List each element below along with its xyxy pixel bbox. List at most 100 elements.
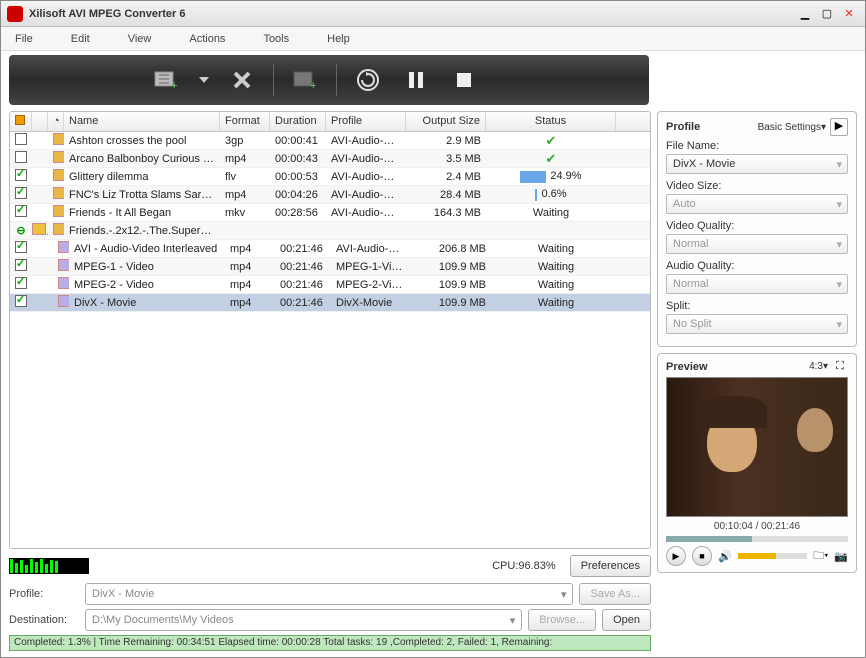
add-profile-button[interactable]: +	[288, 63, 322, 97]
videoquality-label: Video Quality:	[666, 220, 848, 232]
cell-name: Friends - It All Began	[64, 205, 220, 221]
cell-profile: AVI-Audio-Vi...	[326, 133, 406, 149]
cell-name: FNC's Liz Trotta Slams Sarah P...	[64, 187, 220, 203]
maximize-button[interactable]: ▢	[817, 6, 837, 22]
preview-video[interactable]	[666, 377, 848, 517]
app-icon	[7, 6, 23, 22]
table-row[interactable]: Arcano Balbonboy Curious Dr...mp400:00:4…	[10, 150, 650, 168]
close-button[interactable]: ✕	[839, 6, 859, 22]
table-row[interactable]: Glittery dilemmaflv00:00:53AVI-Audio-Vi.…	[10, 168, 650, 186]
cell-format: mkv	[220, 205, 270, 221]
menu-file[interactable]: File	[15, 33, 33, 45]
cell-name: MPEG-2 - Video	[69, 277, 225, 293]
table-row[interactable]: ⊖Friends.-.2x12.-.The.Superbo...	[10, 222, 650, 240]
play-button[interactable]: ▶	[666, 546, 686, 566]
file-icon	[53, 133, 64, 145]
cell-format: mp4	[225, 277, 275, 293]
minimize-button[interactable]: ▁	[795, 6, 815, 22]
destination-combo[interactable]: D:\My Documents\My Videos	[85, 609, 522, 631]
checkbox[interactable]	[15, 277, 27, 289]
volume-icon[interactable]: 🔊	[718, 550, 732, 563]
file-icon	[53, 205, 64, 217]
menu-edit[interactable]: Edit	[71, 33, 90, 45]
checkbox[interactable]	[15, 295, 27, 307]
menu-help[interactable]: Help	[327, 33, 350, 45]
cell-status: ✔	[486, 149, 616, 169]
col-check[interactable]	[10, 112, 32, 131]
checkbox[interactable]	[15, 259, 27, 271]
cell-duration: 00:00:43	[270, 151, 326, 167]
preview-seekbar[interactable]	[666, 536, 848, 542]
videosize-select[interactable]: Auto	[666, 194, 848, 214]
cell-format: mp4	[225, 295, 275, 311]
app-title: Xilisoft AVI MPEG Converter 6	[29, 8, 793, 20]
cell-size: 28.4 MB	[406, 187, 486, 203]
volume-slider[interactable]	[738, 553, 808, 559]
stop-preview-button[interactable]: ■	[692, 546, 712, 566]
stop-button[interactable]	[447, 63, 481, 97]
cell-size: 109.9 MB	[411, 295, 491, 311]
col-duration[interactable]: Duration	[270, 112, 326, 131]
checkbox[interactable]	[15, 169, 27, 181]
fullscreen-icon[interactable]: ⛶	[832, 360, 848, 373]
checkbox[interactable]	[15, 241, 27, 253]
table-row[interactable]: MPEG-2 - Videomp400:21:46MPEG-2-Video109…	[10, 276, 650, 294]
cell-name: Arcano Balbonboy Curious Dr...	[64, 151, 220, 167]
cell-size: 109.9 MB	[411, 277, 491, 293]
preview-panel: Preview 4:3▾ ⛶ 00:10:04 / 00:21:46 ▶ ■ 🔊	[657, 353, 857, 573]
profile-combo[interactable]: DivX - Movie	[85, 583, 573, 605]
checkbox[interactable]	[15, 133, 27, 145]
table-row[interactable]: MPEG-1 - Videomp400:21:46MPEG-1-Video109…	[10, 258, 650, 276]
app-window: Xilisoft AVI MPEG Converter 6 ▁ ▢ ✕ File…	[0, 0, 866, 658]
checkbox[interactable]	[15, 187, 27, 199]
audioquality-select[interactable]: Normal	[666, 274, 848, 294]
preferences-button[interactable]: Preferences	[570, 555, 651, 577]
col-profile[interactable]: Profile	[326, 112, 406, 131]
snapshot-folder-icon[interactable]: 🗀▾	[813, 547, 828, 566]
basic-settings-toggle[interactable]: Basic Settings▾	[758, 122, 826, 133]
split-select[interactable]: No Split	[666, 314, 848, 334]
table-row[interactable]: Ashton crosses the pool3gp00:00:41AVI-Au…	[10, 132, 650, 150]
col-size[interactable]: Output Size	[406, 112, 486, 131]
col-status[interactable]: Status	[486, 112, 616, 131]
aspect-ratio-toggle[interactable]: 4:3▾	[809, 361, 828, 372]
table-row[interactable]: FNC's Liz Trotta Slams Sarah P...mp400:0…	[10, 186, 650, 204]
convert-button[interactable]	[351, 63, 385, 97]
table-row[interactable]: AVI - Audio-Video Interleavedmp400:21:46…	[10, 240, 650, 258]
pause-button[interactable]	[399, 63, 433, 97]
file-icon	[53, 151, 64, 163]
expand-panel-button[interactable]: ▶	[830, 118, 848, 136]
cell-duration: 00:21:46	[275, 277, 331, 293]
saveas-button[interactable]: Save As...	[579, 583, 651, 605]
open-button[interactable]: Open	[602, 609, 651, 631]
cell-profile: AVI-Audio-Vi...	[331, 241, 411, 257]
add-dropdown-icon[interactable]	[197, 63, 211, 97]
col-name[interactable]: Name	[64, 112, 220, 131]
filename-field[interactable]: DivX - Movie	[666, 154, 848, 174]
cell-duration: 00:21:46	[275, 295, 331, 311]
menu-view[interactable]: View	[128, 33, 152, 45]
add-file-button[interactable]: +	[149, 63, 183, 97]
profile-label: Profile:	[9, 588, 79, 600]
separator	[336, 64, 337, 96]
cell-size: 2.4 MB	[406, 169, 486, 185]
browse-button[interactable]: Browse...	[528, 609, 596, 631]
preview-time: 00:10:04 / 00:21:46	[666, 521, 848, 532]
videoquality-select[interactable]: Normal	[666, 234, 848, 254]
table-row[interactable]: DivX - Moviemp400:21:46DivX-Movie109.9 M…	[10, 294, 650, 312]
table-row[interactable]: Friends - It All Beganmkv00:28:56AVI-Aud…	[10, 204, 650, 222]
cell-profile: MPEG-1-Video	[331, 259, 411, 275]
cell-status: Waiting	[491, 295, 621, 311]
file-icon	[53, 187, 64, 199]
cell-format	[220, 229, 270, 233]
checkbox[interactable]	[15, 151, 27, 163]
cell-name: Friends.-.2x12.-.The.Superbo...	[64, 223, 220, 239]
checkbox[interactable]	[15, 205, 27, 217]
remove-button[interactable]	[225, 63, 259, 97]
menu-tools[interactable]: Tools	[263, 33, 289, 45]
snapshot-icon[interactable]: 📷	[834, 550, 848, 563]
col-format[interactable]: Format	[220, 112, 270, 131]
cell-profile: DivX-Movie	[331, 295, 411, 311]
col-icon2[interactable]: ◔	[48, 112, 64, 131]
menu-actions[interactable]: Actions	[189, 33, 225, 45]
